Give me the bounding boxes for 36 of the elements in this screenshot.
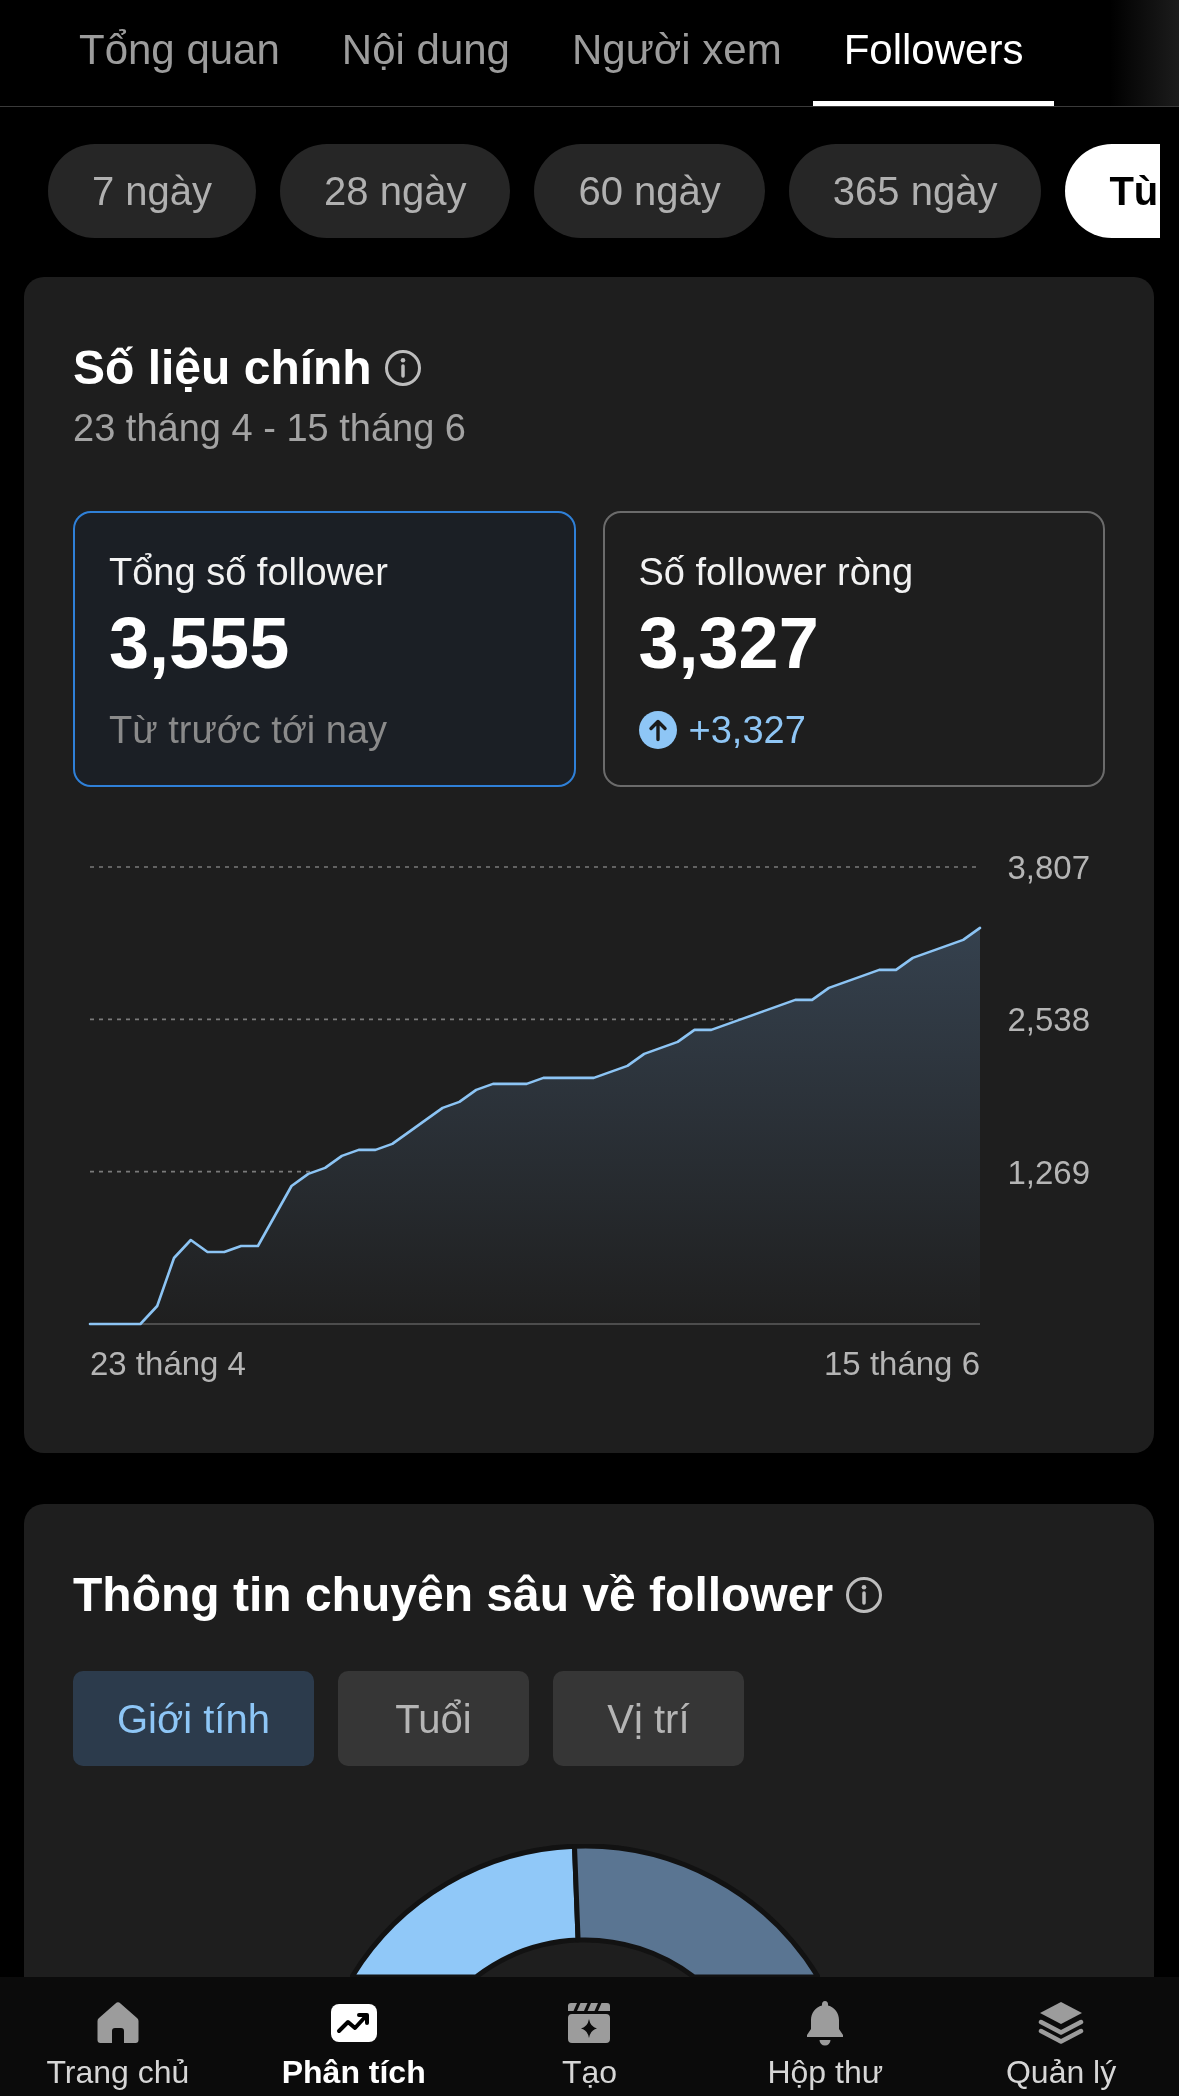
section-title: Thông tin chuyên sâu về follower bbox=[73, 1567, 834, 1623]
segment-tab[interactable]: Giới tính bbox=[73, 1671, 314, 1766]
nav-tab[interactable]: Trang chủ bbox=[0, 1998, 236, 2096]
stat-note: Từ trước tới nay bbox=[109, 708, 388, 753]
stat-value: 3,327 bbox=[638, 603, 819, 683]
y-axis-label: 1,269 bbox=[1007, 1153, 1090, 1191]
nav-tab[interactable]: Quản lý bbox=[943, 1998, 1179, 2096]
date-range-chip[interactable]: 60 ngày bbox=[534, 144, 765, 238]
date-range-chip[interactable]: 365 ngày bbox=[788, 144, 1042, 238]
stat-value: 3,555 bbox=[109, 603, 290, 683]
section-tab[interactable]: Nội dung bbox=[310, 0, 541, 106]
nav-tab[interactable]: Tạo bbox=[471, 1998, 708, 2096]
nav-tab[interactable]: Hộp thư bbox=[707, 1998, 944, 2096]
segment-tab[interactable]: Vị trí bbox=[552, 1671, 744, 1766]
date-axis-label: 23 tháng 4 bbox=[90, 1345, 246, 1382]
date-range-chip[interactable]: 28 ngày bbox=[280, 144, 511, 238]
date-axis-label: 15 tháng 6 bbox=[824, 1345, 980, 1382]
info-icon bbox=[383, 349, 422, 387]
segment-tab[interactable]: Tuổi bbox=[337, 1671, 529, 1766]
section-tab[interactable]: Followers bbox=[812, 0, 1055, 106]
stat-label: Số follower ròng bbox=[638, 550, 914, 595]
date-range-label: 23 tháng 4 - 15 tháng 6 bbox=[73, 406, 466, 451]
stat-change: +3,327 bbox=[688, 708, 806, 753]
stat-card[interactable]: Tổng số follower 3,555 Từ trước tới nay bbox=[73, 511, 576, 787]
nav-tab[interactable]: Phân tích bbox=[235, 1998, 472, 2096]
stat-card[interactable]: Số follower ròng 3,327 +3,327 bbox=[602, 511, 1105, 787]
y-axis-label: 3,807 bbox=[1007, 849, 1090, 886]
date-range-chip[interactable]: 7 ngày bbox=[48, 144, 257, 238]
stat-label: Tổng số follower bbox=[109, 550, 388, 595]
info-icon bbox=[845, 1576, 884, 1614]
arrow-up-circle-icon bbox=[638, 711, 677, 749]
section-tab[interactable]: Người xem bbox=[540, 0, 813, 106]
section-title: Số liệu chính bbox=[73, 340, 372, 396]
section-tab[interactable]: Tổng quan bbox=[48, 0, 311, 106]
date-range-chip[interactable]: Tù bbox=[1065, 144, 1161, 238]
y-axis-label: 2,538 bbox=[1007, 1001, 1090, 1039]
